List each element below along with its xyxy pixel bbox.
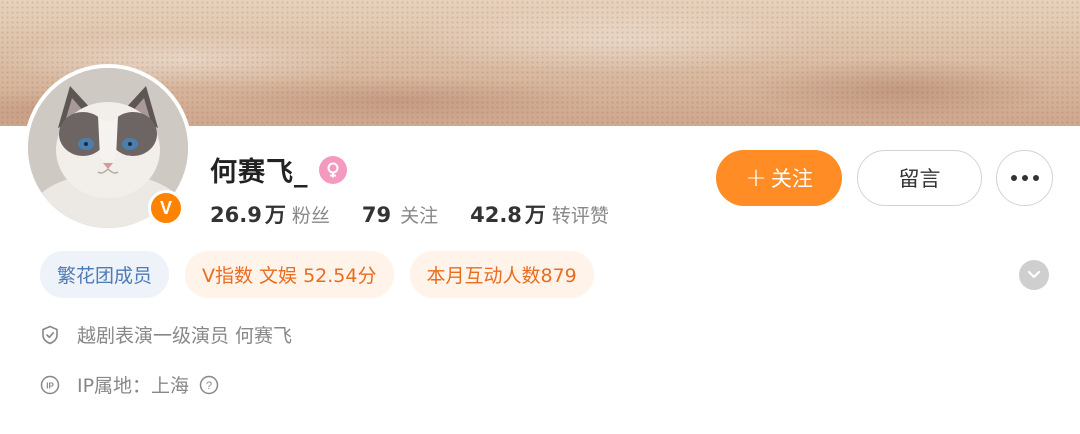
- verified-badge: V: [148, 190, 184, 226]
- stat-unit: 万: [264, 203, 286, 227]
- name-row: 何赛飞_: [210, 150, 347, 189]
- verification-text: 越剧表演一级演员 何赛飞: [77, 325, 293, 347]
- help-icon[interactable]: ?: [199, 375, 219, 395]
- stat-likes[interactable]: 42.8 万 转评赞: [470, 199, 609, 229]
- svg-text:?: ?: [206, 380, 212, 392]
- stat-label: 关注: [400, 205, 439, 227]
- expand-button[interactable]: [1019, 260, 1049, 290]
- tag-v-index[interactable]: V指数 文娱 52.54分: [185, 251, 394, 298]
- more-dots-icon: [1010, 175, 1039, 181]
- stat-followers[interactable]: 26.9 万 粉丝: [210, 199, 330, 229]
- tag-group-member[interactable]: 繁花团成员: [40, 251, 170, 298]
- ip-icon: IP: [40, 375, 60, 395]
- follow-label: 关注: [770, 167, 813, 191]
- more-button[interactable]: [996, 150, 1053, 206]
- stat-value: 42.8: [470, 203, 522, 227]
- profile-name: 何赛飞_: [210, 157, 309, 188]
- plus-icon: +: [745, 163, 767, 193]
- stat-value: 79: [361, 203, 392, 227]
- svg-text:IP: IP: [46, 381, 54, 390]
- ip-location-info: IP IP属地：上海 ?: [40, 371, 219, 398]
- female-icon: [318, 155, 347, 184]
- stats-row: 26.9 万 粉丝 79 关注 42.8 万 转评赞: [210, 199, 641, 229]
- message-button[interactable]: 留言: [857, 150, 982, 206]
- tags-row: 繁花团成员 V指数 文娱 52.54分 本月互动人数879: [40, 251, 594, 298]
- follow-button[interactable]: + 关注: [716, 150, 842, 206]
- stat-label: 转评赞: [551, 205, 609, 227]
- stat-value: 26.9: [210, 203, 262, 227]
- tag-monthly-interactions[interactable]: 本月互动人数879: [409, 251, 594, 298]
- stat-following[interactable]: 79 关注: [362, 201, 438, 228]
- ip-location-text: IP属地：上海: [77, 375, 190, 397]
- message-label: 留言: [898, 167, 941, 191]
- stat-label: 粉丝: [291, 205, 330, 227]
- stat-unit: 万: [524, 203, 546, 227]
- verification-info: 越剧表演一级演员 何赛飞: [40, 321, 292, 348]
- shield-icon: [40, 325, 60, 345]
- chevron-down-icon: [1027, 270, 1041, 279]
